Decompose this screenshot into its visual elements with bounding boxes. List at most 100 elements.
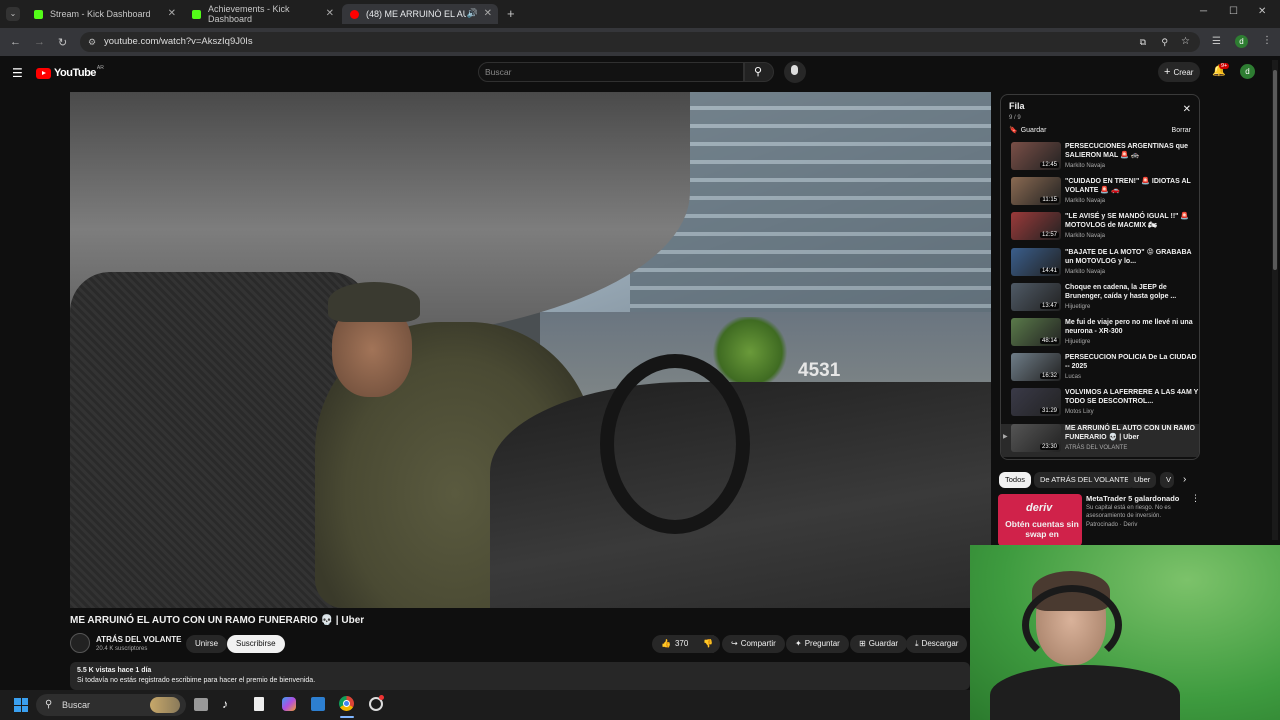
queue-item[interactable]: 12:45 PERSECUCIONES ARGENTINAS que SALIER… — [1011, 142, 1199, 175]
queue-item[interactable]: 16:32 PERSECUCION POLICIA De La CIUDAD --… — [1011, 353, 1199, 386]
video-overlay-number: 4531 — [798, 360, 841, 381]
media-controls-icon[interactable]: ☰ — [1212, 36, 1221, 47]
download-button[interactable]: ⤓ Descargar — [906, 635, 968, 653]
subscribe-button[interactable]: Suscribirse — [227, 635, 285, 653]
queue-item-title: PERSECUCION POLICIA De La CIUDAD -- 2025 — [1065, 354, 1197, 371]
taskbar-search[interactable]: ⚲ Buscar — [36, 694, 186, 716]
queue-item[interactable]: ▶ 23:30 ME ARRUINÓ EL AUTO CON UN RAMO FUN… — [1001, 423, 1199, 457]
search-button[interactable]: ⚲ — [744, 62, 774, 82]
queue-save-button[interactable]: 🔖 Guardar — [1009, 126, 1046, 134]
channel-avatar[interactable] — [70, 633, 90, 653]
search-input[interactable]: Buscar — [478, 62, 744, 82]
share-button[interactable]: ↪ Compartir — [722, 635, 785, 653]
queue-item-title: ME ARRUINÓ EL AUTO CON UN RAMO FUNERARIO… — [1065, 424, 1195, 441]
logo-text: YouTube — [54, 67, 96, 79]
new-tab-icon[interactable]: + — [507, 6, 515, 21]
create-button[interactable]: + Crear — [1158, 62, 1200, 82]
audio-playing-icon[interactable]: 🔊 — [467, 8, 478, 19]
bookmark-star-icon[interactable]: ☆ — [1181, 32, 1190, 52]
site-info-icon[interactable]: ⚙ — [88, 32, 96, 52]
share-icon: ↪ — [731, 639, 738, 648]
chip-all[interactable]: Todos — [999, 472, 1032, 488]
task-view-icon[interactable] — [194, 698, 208, 711]
tab-label: Stream - Kick Dashboard — [50, 9, 151, 19]
close-window-icon[interactable]: ✕ — [1258, 6, 1266, 17]
queue-save-label: Guardar — [1020, 127, 1047, 134]
maximize-icon[interactable]: ☐ — [1229, 6, 1238, 17]
recording-dot-icon — [379, 695, 384, 700]
minimize-icon[interactable]: ─ — [1200, 6, 1207, 17]
tab-list-icon[interactable]: ⌄ — [6, 7, 20, 21]
chip-uber[interactable]: Uber — [1128, 472, 1157, 488]
ad-banner[interactable]: deriv Obtén cuentas sin swap en — [998, 494, 1082, 546]
youtube-icon — [36, 67, 51, 79]
account-avatar[interactable]: d — [1240, 64, 1255, 79]
logo-country: AR — [96, 65, 104, 71]
queue-item[interactable]: 31:29 VOLVIMOS A LAFERRERE A LAS 4AM Y TO… — [1011, 388, 1199, 421]
queue-clear-button[interactable]: Borrar — [1172, 127, 1191, 134]
address-bar[interactable]: ⚙ youtube.com/watch?v=AkszIq9J0Is ⧉ ⚲ ☆ — [80, 32, 1200, 52]
dislike-button[interactable]: 👎 — [696, 635, 720, 653]
close-icon[interactable]: ✕ — [326, 8, 334, 19]
queue-item-channel: Markito Navaja — [1065, 268, 1106, 275]
profile-icon[interactable]: d — [1235, 35, 1248, 48]
hamburger-menu-icon[interactable]: ☰ — [12, 66, 23, 80]
ad-body: Su capital está en riesgo. No es asesora… — [1086, 505, 1171, 519]
like-count: 370 — [674, 639, 689, 648]
scrollbar-thumb[interactable] — [1273, 70, 1277, 270]
youtube-logo[interactable]: YouTube AR — [36, 65, 104, 80]
obs-icon[interactable] — [369, 695, 384, 711]
cast-icon[interactable]: ⧉ — [1140, 32, 1146, 52]
channel-name[interactable]: ATRÁS DEL VOLANTE — [96, 635, 181, 644]
queue-item-title: Me fui de viaje pero no me llevé ni una … — [1065, 319, 1193, 335]
ask-button[interactable]: ✦ Preguntar — [786, 635, 849, 653]
save-button[interactable]: ⊞ Guardar — [850, 635, 908, 653]
tab-youtube-video[interactable]: (48) ME ARRUINÓ EL AUTO 🔊 ✕ — [342, 4, 498, 24]
download-icon: ⤓ — [915, 639, 919, 648]
chevron-right-icon[interactable]: › — [1183, 474, 1186, 485]
queue-item[interactable]: 12:57 "LE AVISÉ y SE MANDÓ IGUAL !!" 🚨 MO… — [1011, 212, 1199, 245]
close-queue-icon[interactable]: ✕ — [1183, 104, 1191, 115]
queue-item-duration: 12:45 — [1039, 162, 1059, 168]
tab-stream-dashboard[interactable]: Stream - Kick Dashboard ✕ — [26, 4, 182, 24]
close-icon[interactable]: ✕ — [168, 8, 176, 19]
join-button[interactable]: Unirse — [186, 635, 228, 653]
start-icon[interactable] — [14, 698, 28, 712]
ask-label: Preguntar — [804, 639, 840, 648]
page-scrollbar[interactable] — [1272, 60, 1278, 540]
copilot-icon[interactable] — [282, 697, 296, 711]
queue-item-channel: Hijuetigre — [1065, 339, 1091, 345]
queue-item-channel: Markito Navaja — [1065, 163, 1106, 169]
queue-item-duration: 16:32 — [1039, 373, 1059, 380]
chip-more[interactable]: V — [1160, 472, 1174, 488]
search-icon: ⚲ — [754, 66, 763, 78]
queue-item[interactable]: 14:41 "BAJATE DE LA MOTO" 😡 GRABABA un MO… — [1011, 247, 1199, 281]
forward-icon[interactable]: → — [34, 36, 45, 48]
chrome-icon[interactable] — [339, 696, 354, 711]
video-frame-cap — [328, 282, 420, 322]
queue-item-thumbnail: 13:47 — [1011, 282, 1061, 311]
video-player[interactable]: 4531 — [70, 92, 991, 608]
queue-item[interactable]: 11:15 "CUIDADO EN TREN!" 🚨 IDIOTAS AL VOL… — [1011, 177, 1199, 210]
queue-item[interactable]: 48:14 Me fui de viaje pero no me llevé ni… — [1011, 318, 1199, 351]
ad-title[interactable]: MetaTrader 5 galardonado — [1086, 494, 1179, 503]
video-description[interactable]: 5.5 K vistas hace 1 día Si todavía no es… — [70, 662, 970, 690]
webcam-overlay — [970, 545, 1280, 720]
close-icon[interactable]: ✕ — [484, 8, 492, 19]
back-icon[interactable]: ← — [10, 36, 21, 48]
file-icon[interactable] — [254, 697, 264, 711]
zoom-icon[interactable]: ⚲ — [1161, 32, 1168, 52]
chip-channel[interactable]: De ATRÁS DEL VOLANTE — [1034, 472, 1136, 488]
reload-icon[interactable]: ↻ — [58, 36, 67, 49]
url-text: youtube.com/watch?v=AkszIq9J0Is — [104, 36, 253, 47]
browser-menu-icon[interactable]: ⋮ — [1262, 35, 1272, 46]
queue-item[interactable]: 13:47 Choque en cadena, la JEEP de Brunen… — [1011, 282, 1199, 316]
voice-search-button[interactable] — [784, 61, 806, 83]
ad-more-icon[interactable]: ⋮ — [1191, 493, 1200, 504]
browser-tab-strip: ⌄ Stream - Kick Dashboard ✕ Achievements… — [0, 0, 1280, 28]
queue-item-channel: Hijuetigre — [1065, 303, 1091, 310]
save-label: Guardar — [868, 639, 899, 648]
store-icon[interactable] — [311, 697, 325, 711]
tiktok-icon[interactable]: ♪ — [222, 697, 228, 711]
tab-achievements-dashboard[interactable]: Achievements - Kick Dashboard ✕ — [184, 4, 340, 24]
